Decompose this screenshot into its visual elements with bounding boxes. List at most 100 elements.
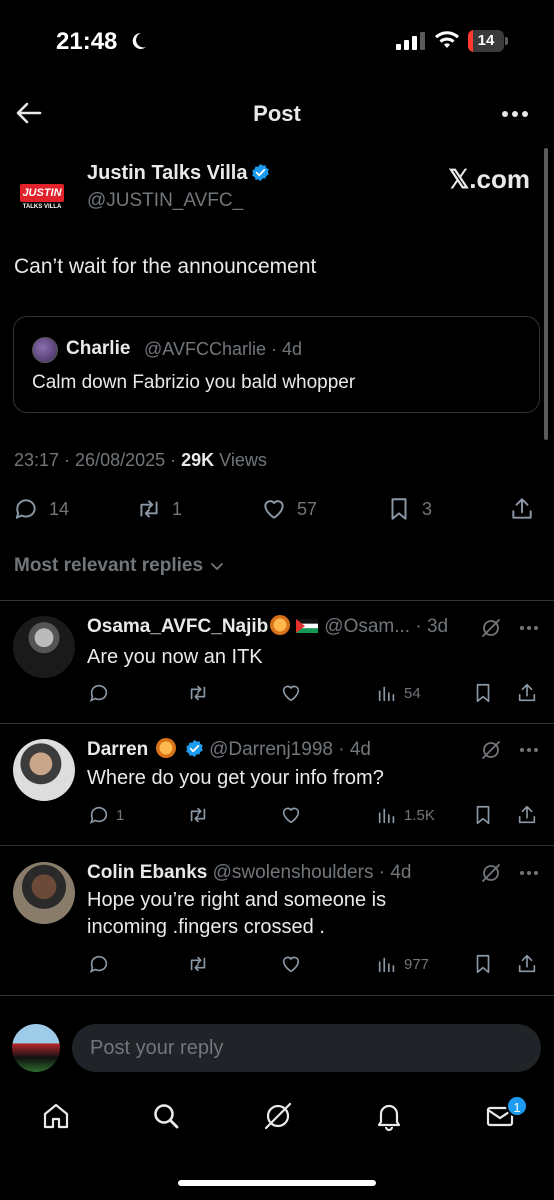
reply-button[interactable] [88,680,116,706]
page-title: Post [253,101,301,126]
repost-button[interactable] [187,951,209,977]
reply-composer [0,1012,554,1082]
battery-indicator: 14 [468,30,508,52]
heart-icon [282,807,300,824]
x-watermark: 𝕏.com [448,164,530,194]
bookmark-icon [476,683,490,703]
repost-button[interactable] [187,802,209,828]
repost-icon [190,685,206,701]
bookmark-button[interactable] [472,802,494,828]
reply-text: Are you now an ITK [87,646,263,668]
views-button[interactable]: 54 [376,680,421,706]
bookmark-button[interactable] [472,951,494,977]
moon-icon [132,32,146,49]
share-icon [518,805,536,824]
like-button[interactable] [280,680,302,706]
replies-sort-label: Most relevant replies [14,555,204,576]
bookmark-icon [391,498,407,520]
views-label: Views [214,450,267,470]
reply-icon [15,499,36,519]
signal-icon [396,32,425,50]
bookmark-icon [476,954,490,974]
like-button[interactable] [280,802,302,828]
share-button[interactable] [516,680,538,706]
search-icon[interactable] [150,1100,182,1132]
wifi-icon [435,31,459,48]
reply-button[interactable]: 14 [13,493,69,525]
author-name[interactable]: Justin Talks Villa [87,162,270,185]
like-button[interactable]: 57 [261,493,317,525]
verified-badge-icon [186,739,203,758]
quote-avatar [32,337,58,363]
post-text: Can’t wait for the announcement [14,255,317,278]
repost-count: 1 [172,498,183,519]
more-options-icon[interactable] [518,617,540,639]
repost-icon [190,807,206,823]
share-button[interactable] [509,493,535,525]
reply-item[interactable]: Osama_AVFC_Najib @Osam... · 3d Are you no… [0,601,554,723]
status-time: 21:48 [56,28,118,55]
reply-item[interactable]: Darren @Darrenj1998 · 4d Where do you ge… [0,724,554,845]
bookmark-button[interactable]: 3 [386,493,432,525]
home-icon[interactable] [40,1100,72,1132]
share-icon [518,954,536,973]
author-avatar[interactable]: JUSTIN TALKS VILLA [14,166,70,222]
repost-button[interactable]: 1 [136,493,182,525]
current-user-avatar[interactable] [12,1024,60,1072]
more-options-icon[interactable] [500,102,530,126]
reply-author-name[interactable]: Osama_AVFC_Najib [87,616,268,637]
reply-avatar[interactable] [13,862,75,924]
analytics-icon [378,808,395,824]
like-button[interactable] [280,951,302,977]
bookmark-button[interactable] [472,680,494,706]
reply-input[interactable] [72,1024,541,1072]
post-metadata: 23:17 · 26/08/2025 · 29K Views [14,450,267,471]
reply-author-name[interactable]: Colin Ebanks [87,862,207,883]
brand-logo-subtitle: TALKS VILLA [22,204,62,210]
notifications-bell-icon[interactable] [373,1100,405,1132]
share-button[interactable] [516,951,538,977]
views-button[interactable]: 1.5K [376,802,435,828]
reply-avatar[interactable] [13,616,75,678]
reply-author-handle: @Darrenj1998 · 4d [209,739,371,760]
reply-author-name[interactable]: Darren [87,739,148,760]
reply-author-handle: @swolenshoulders · 4d [212,862,412,883]
author-handle[interactable]: @JUSTIN_AVFC_ [87,190,243,212]
post-timestamp: 23:17 · 26/08/2025 · [14,450,182,470]
replies-sort-dropdown[interactable]: Most relevant replies [14,555,225,577]
chevron-down-icon [211,563,223,570]
quoted-post[interactable]: Charlie @AVFCCharlie · 4d Calm down Fabr… [13,316,540,413]
reply-button[interactable] [88,951,116,977]
reply-header: Darren @Darrenj1998 · 4d [87,738,371,761]
like-count: 57 [297,498,318,519]
repost-button[interactable] [187,680,209,706]
share-button[interactable] [516,802,538,828]
grok-icon[interactable] [480,862,502,884]
more-options-icon[interactable] [518,739,540,761]
reply-button[interactable]: 1 [88,802,124,828]
reply-actions: 977 [0,951,554,977]
scrollbar[interactable] [544,148,548,440]
heart-icon [282,956,300,973]
views-count[interactable]: 29K [181,450,214,470]
top-nav: Post [0,80,554,146]
reply-avatar[interactable] [13,739,75,801]
repost-icon [140,500,158,518]
reply-icon [89,955,108,973]
grok-icon[interactable] [480,739,502,761]
grok-icon[interactable] [480,617,502,639]
bookmark-count: 3 [422,498,433,519]
reply-item[interactable]: Colin Ebanks @swolenshoulders · 4d Hope … [0,846,554,996]
reply-count: 1 [116,806,125,824]
grok-tab-icon[interactable] [262,1100,294,1132]
reply-text: Hope you’re right and someone is incomin… [87,889,387,938]
author-name-text: Justin Talks Villa [87,162,248,184]
quote-author-name: Charlie [66,338,131,359]
more-options-icon[interactable] [518,862,540,884]
share-icon [512,498,532,519]
repost-icon [190,956,206,972]
palestine-flag-icon [296,619,319,633]
heart-icon [264,500,284,519]
reply-header: Colin Ebanks @swolenshoulders · 4d [87,862,411,884]
views-button[interactable]: 977 [376,951,429,977]
